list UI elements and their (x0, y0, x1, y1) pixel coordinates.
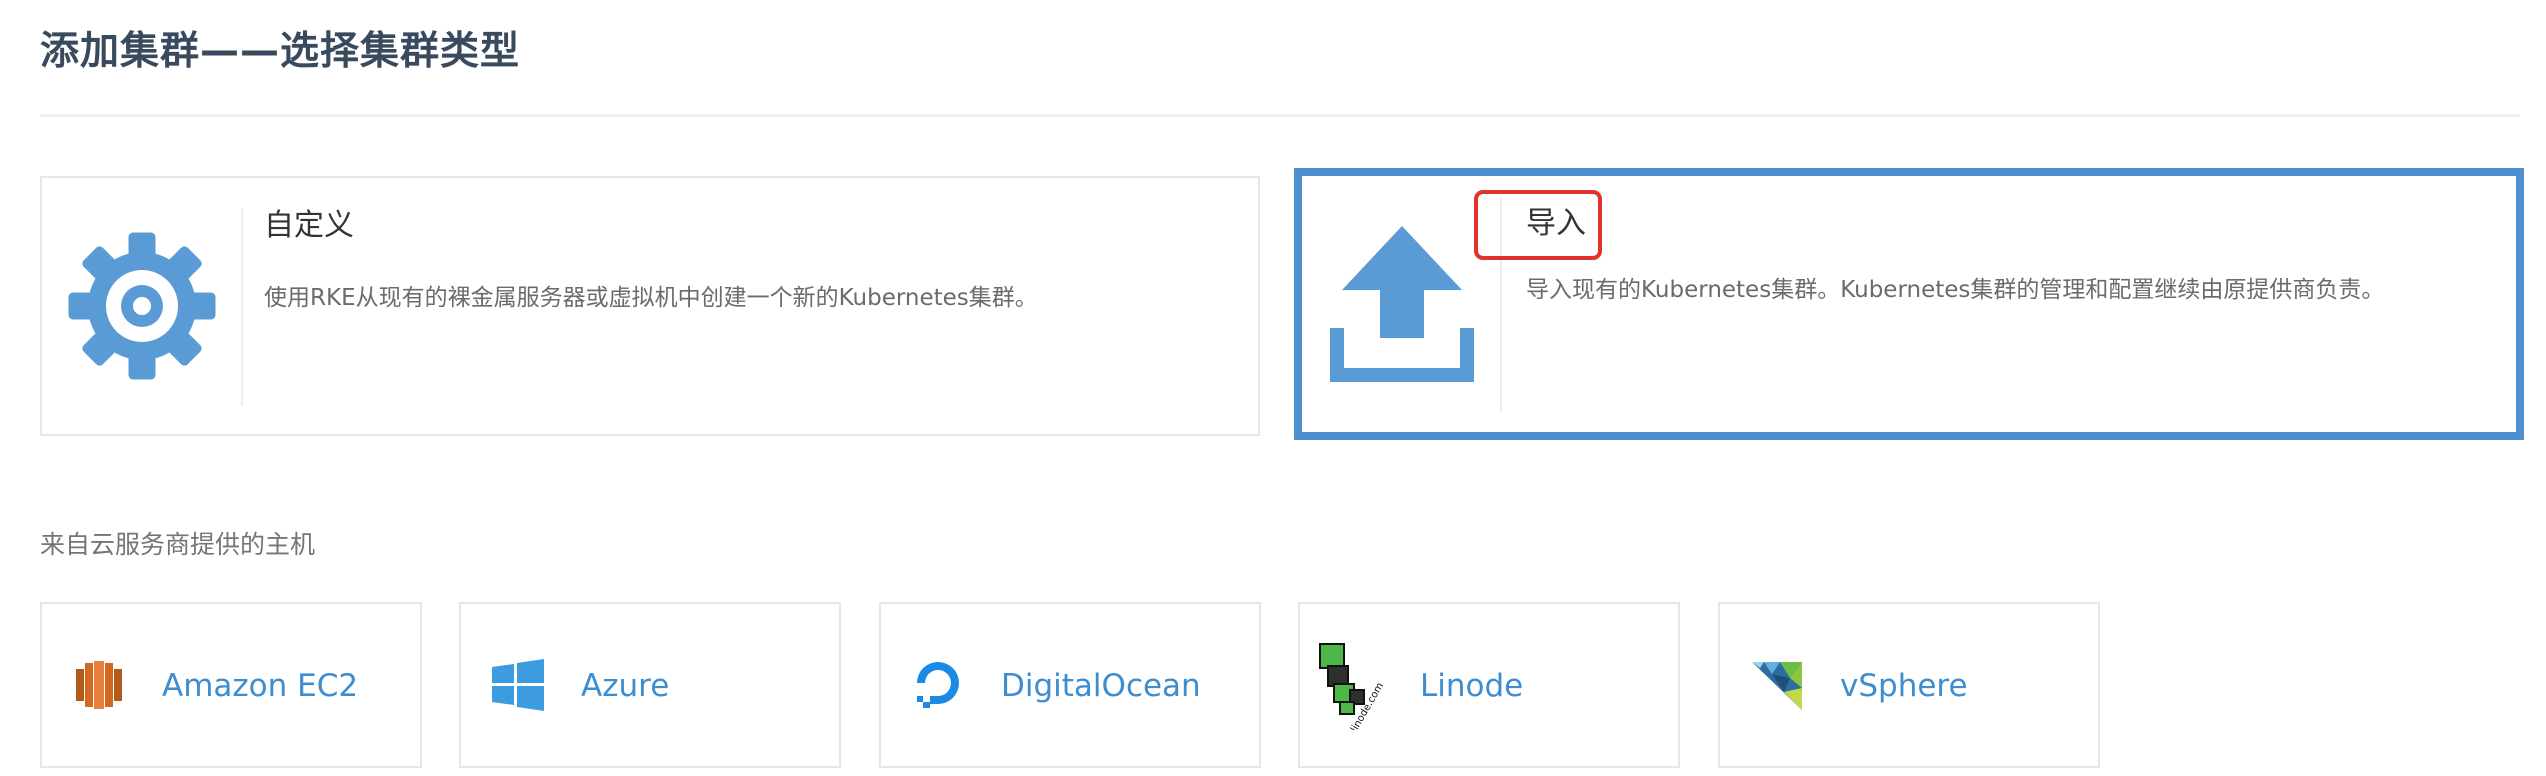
provider-label: DigitalOcean (1001, 668, 1201, 704)
title-divider (40, 114, 2520, 117)
azure-icon (487, 654, 549, 716)
hosted-section-label: 来自云服务商提供的主机 (40, 530, 316, 559)
card-divider (241, 208, 243, 406)
provider-label: vSphere (1840, 668, 1968, 704)
card-description: 使用RKE从现有的裸金属服务器或虚拟机中创建一个新的Kubernetes集群。 (264, 285, 1038, 311)
page-title: 添加集群——选择集群类型 (40, 29, 521, 74)
cluster-type-card-custom[interactable]: 自定义 使用RKE从现有的裸金属服务器或虚拟机中创建一个新的Kubernetes… (40, 176, 1260, 436)
gear-icon (42, 178, 242, 434)
provider-azure[interactable]: Azure (459, 602, 841, 768)
provider-vsphere[interactable]: vSphere (1718, 602, 2100, 768)
card-title: 导入 (1526, 206, 1586, 241)
provider-digitalocean[interactable]: DigitalOcean (879, 602, 1261, 768)
cluster-type-card-import[interactable]: 导入 导入现有的Kubernetes集群。Kubernetes集群的管理和配置继… (1294, 168, 2524, 440)
linode-icon: linode.com (1314, 640, 1390, 730)
digitalocean-icon (907, 654, 969, 716)
card-title: 自定义 (264, 208, 354, 243)
provider-linode[interactable]: linode.com Linode (1298, 602, 1680, 768)
upload-icon (1302, 176, 1502, 432)
vsphere-icon (1746, 654, 1808, 716)
provider-label: Amazon EC2 (162, 668, 359, 704)
provider-amazon-ec2[interactable]: Amazon EC2 (40, 602, 422, 768)
provider-label: Linode (1420, 668, 1524, 704)
amazon-ec2-icon (68, 654, 130, 716)
provider-label: Azure (581, 668, 670, 704)
card-description: 导入现有的Kubernetes集群。Kubernetes集群的管理和配置继续由原… (1526, 277, 2385, 303)
